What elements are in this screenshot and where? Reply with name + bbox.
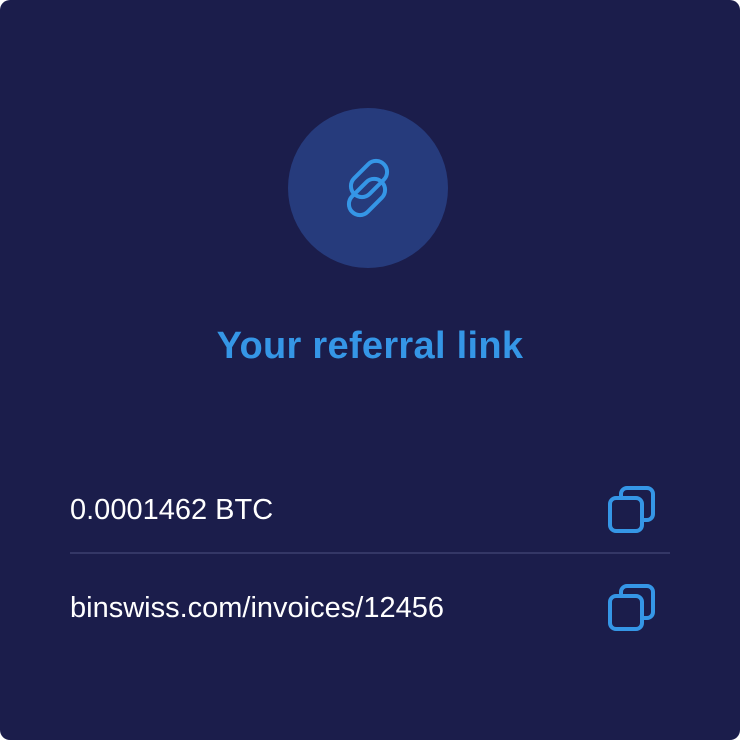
row-divider [70,552,670,554]
btc-amount: 0.0001462 BTC [70,494,274,526]
link-row: binswiss.com/invoices/12456 [70,578,670,638]
link-icon [346,158,390,218]
copy-amount-button[interactable] [606,484,658,536]
card-title: Your referral link [216,325,524,367]
copy-link-button[interactable] [606,582,658,634]
link-icon-badge [288,108,448,268]
amount-row: 0.0001462 BTC [70,480,670,540]
referral-url: binswiss.com/invoices/12456 [70,592,444,624]
copy-icon [608,584,655,631]
copy-icon [608,486,655,533]
referral-card: Your referral link 0.0001462 BTC binswis… [0,0,740,740]
